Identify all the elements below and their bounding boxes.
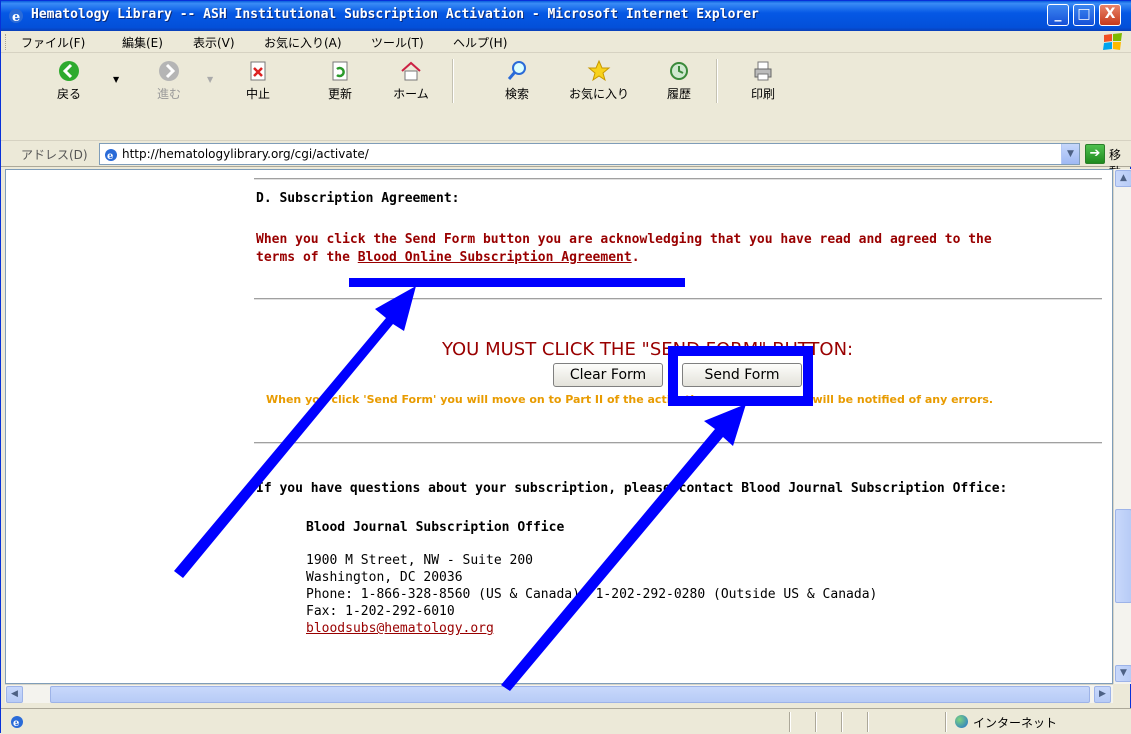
status-bar: e インターネット [1,708,1131,734]
svg-text:e: e [107,151,113,162]
print-button[interactable]: 印刷 [733,59,793,102]
address-bar: アドレス(D) e http://hematologylibrary.org/c… [1,141,1131,179]
address-dropdown-icon[interactable]: ▼ [1061,144,1079,164]
scroll-up-icon[interactable]: ▲ [1115,170,1131,187]
page-viewport: D. Subscription Agreement: When you clic… [5,169,1113,684]
send-form-button[interactable]: Send Form [682,363,802,387]
back-dropdown-icon[interactable]: ▼ [113,75,119,84]
email-line: bloodsubs@hematology.org [306,621,494,636]
menu-bar: ファイル(F) 編集(E) 表示(V) お気に入り(A) ツール(T) ヘルプ(… [1,31,1131,53]
history-label: 履歴 [666,87,691,101]
horizontal-scroll-thumb[interactable] [50,686,1090,703]
forward-button[interactable]: 進む [139,59,199,102]
vertical-scroll-thumb[interactable] [1115,509,1131,603]
windows-logo-icon [1103,33,1122,50]
status-cell-divider [815,712,817,732]
window-title: Hematology Library -- ASH Institutional … [31,7,759,22]
minimize-button[interactable]: _ [1047,4,1069,26]
page-status-icon: e [11,716,23,729]
search-button[interactable]: 検索 [487,59,547,102]
globe-icon [955,715,968,728]
title-bar[interactable]: e Hematology Library -- ASH Institutiona… [1,1,1131,31]
maximize-button[interactable]: □ [1073,4,1095,26]
print-label: 印刷 [750,87,775,101]
address-line-fax: Fax: 1-202-292-6010 [306,604,455,619]
history-button[interactable]: 履歴 [649,59,709,102]
forward-dropdown-icon[interactable]: ▼ [207,75,213,84]
address-url: http://hematologylibrary.org/cgi/activat… [122,147,369,161]
address-label: アドレス(D) [21,148,88,162]
menu-edit[interactable]: 編集(E) [122,34,163,51]
section-title: D. Subscription Agreement: [256,191,460,206]
address-input[interactable]: e http://hematologylibrary.org/cgi/activ… [99,143,1080,165]
acknowledgement-line-2: terms of the Blood Online Subscription A… [256,250,640,265]
scroll-left-icon[interactable]: ◀ [6,686,23,703]
vertical-scrollbar[interactable]: ▲ ▼ [1113,169,1131,684]
home-label: ホーム [393,87,429,101]
favorites-label: お気に入り [569,87,630,101]
status-cell-divider [945,712,947,732]
forward-label: 進む [156,87,181,101]
divider [254,298,1102,300]
address-line-city: Washington, DC 20036 [306,570,463,585]
internet-explorer-icon: e [9,9,23,25]
refresh-label: 更新 [327,87,352,101]
acknowledgement-line-1: When you click the Send Form button you … [256,232,992,247]
status-cell-divider [841,712,843,732]
svg-text:e: e [12,10,20,25]
toolbar: 戻る ▼ 進む ▼ 中止 更新 ホーム 検索 お気に入り 履歴 印刷 [1,53,1131,141]
back-label: 戻る [56,87,81,101]
stop-icon [250,61,266,81]
home-icon [401,61,421,81]
horizontal-scrollbar[interactable]: ◀ ▶ [5,684,1113,703]
address-line-phone: Phone: 1-866-328-8560 (US & Canada), 1-2… [306,587,878,602]
browser-window: e Hematology Library -- ASH Institutiona… [0,0,1131,734]
menu-view[interactable]: 表示(V) [193,34,235,51]
refresh-icon [332,61,348,81]
toolbar-separator [716,59,718,103]
stop-button[interactable]: 中止 [228,59,288,102]
stop-label: 中止 [245,87,270,101]
divider [254,442,1102,444]
address-line-street: 1900 M Street, NW - Suite 200 [306,553,533,568]
scroll-right-icon[interactable]: ▶ [1094,686,1111,703]
favorites-button[interactable]: お気に入り [569,59,629,102]
must-click-heading: YOU MUST CLICK THE "SEND FORM" BUTTON: [442,339,854,360]
security-zone: インターネット [973,716,1058,730]
go-arrow-icon[interactable]: ➔ [1085,144,1105,164]
forward-arrow-icon [159,61,179,81]
star-icon [587,59,611,82]
menu-favorites[interactable]: お気に入り(A) [264,34,342,51]
menu-tools[interactable]: ツール(T) [371,34,424,51]
toolbar-separator [452,59,454,103]
menu-help[interactable]: ヘルプ(H) [453,34,507,51]
clear-form-button[interactable]: Clear Form [553,363,663,387]
search-label: 検索 [504,87,529,101]
menu-file[interactable]: ファイル(F) [21,34,85,51]
back-button[interactable]: 戻る [39,59,99,102]
refresh-button[interactable]: 更新 [310,59,370,102]
acknowledgement-suffix: . [631,250,640,265]
subscription-agreement-link[interactable]: Blood Online Subscription Agreement [358,250,632,265]
email-link[interactable]: bloodsubs@hematology.org [306,621,494,636]
send-form-note: When you click 'Send Form' you will move… [266,393,994,406]
page-icon: e [105,149,117,162]
questions-text: If you have questions about your subscri… [256,481,1008,496]
scroll-down-icon[interactable]: ▼ [1115,665,1131,682]
printer-icon [754,61,772,81]
back-arrow-icon [59,61,79,81]
menu-grip[interactable] [5,34,8,50]
close-button[interactable]: X [1099,4,1121,26]
status-cell-divider [867,712,869,732]
office-name: Blood Journal Subscription Office [306,520,565,535]
divider [254,178,1102,180]
status-cell-divider [789,712,791,732]
history-icon [670,62,688,80]
svg-text:e: e [13,718,19,729]
acknowledgement-prefix: terms of the [256,250,358,265]
search-icon [507,61,526,80]
home-button[interactable]: ホーム [381,59,441,102]
